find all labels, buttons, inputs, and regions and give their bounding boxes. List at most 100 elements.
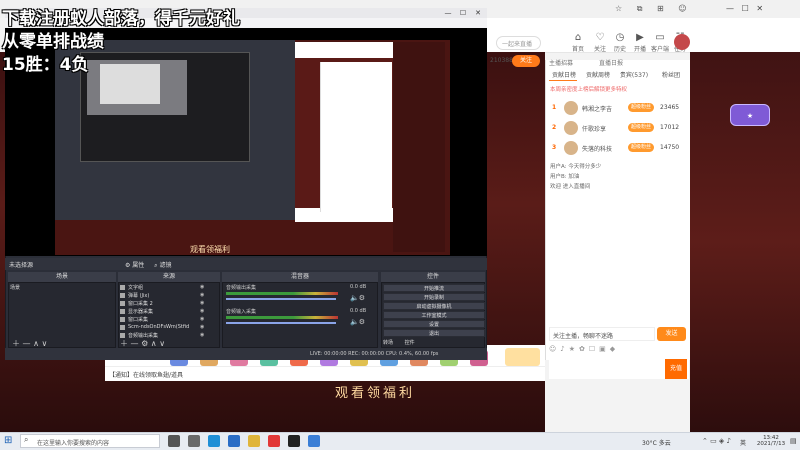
- avatar[interactable]: [674, 34, 690, 50]
- settings-button[interactable]: 设置: [383, 320, 485, 328]
- volume-slider[interactable]: [226, 298, 336, 300]
- recharge-button[interactable]: 充值: [665, 359, 687, 379]
- app-icon[interactable]: [268, 435, 280, 447]
- eye-icon[interactable]: ◉: [200, 300, 204, 306]
- fan-badge: 超级粉丝: [628, 103, 654, 112]
- tray-icons[interactable]: ⌃ ▭ ◈ ♪: [702, 437, 731, 445]
- cortana-icon[interactable]: [168, 435, 180, 447]
- start-record-button[interactable]: 开始录制: [383, 293, 485, 301]
- media-source-icon: [120, 325, 125, 330]
- source-item[interactable]: 显示器采集 ◉: [120, 308, 204, 315]
- tab-fans[interactable]: 粉丝团: [657, 70, 685, 81]
- event-badge-icon[interactable]: ★: [730, 104, 770, 126]
- tab-transitions[interactable]: 转场: [383, 340, 393, 346]
- browser-icon[interactable]: [308, 435, 320, 447]
- mixer-dock-header: 混音器: [222, 272, 378, 282]
- video-icon: ▶: [636, 32, 644, 43]
- ranking-row[interactable]: 1 韩湘之李吉 超级粉丝 23465: [550, 100, 685, 117]
- search-icon: ⌕: [24, 435, 29, 444]
- chat-message: 欢迎 进入直播间: [550, 184, 591, 190]
- browser-source-icon: [120, 293, 125, 298]
- header-nav-history[interactable]: ◷ 历史: [610, 32, 630, 53]
- tab-weekly-rank[interactable]: 贡献周榜: [583, 70, 613, 81]
- clock[interactable]: 13:42 2021/7/13: [756, 435, 786, 447]
- close-icon[interactable]: ✕: [471, 8, 485, 18]
- header-nav-client[interactable]: ▭ 客户端: [650, 32, 670, 53]
- text-source-icon: [120, 285, 125, 290]
- file-explorer-icon[interactable]: [248, 435, 260, 447]
- notification-icon[interactable]: ▤: [790, 437, 797, 445]
- start-icon[interactable]: ⊞: [4, 435, 12, 446]
- tab-controls[interactable]: 控件: [405, 340, 415, 346]
- source-item[interactable]: 弹幕 (Jix) ◉: [120, 292, 204, 299]
- volume-meter: [226, 292, 338, 295]
- studio-mode-button[interactable]: 工作室模式: [383, 311, 485, 319]
- obs-status-bar: LIVE: 00:00:00 REC: 00:00:00 CPU: 0.4%, …: [5, 348, 487, 360]
- scene-item[interactable]: 场景: [10, 284, 114, 292]
- eye-icon[interactable]: ◉: [200, 292, 204, 298]
- taskbar-search-input[interactable]: 在这里输入你要搜索的内容: [20, 434, 160, 448]
- ranking-row[interactable]: 3 失落的科技 超级粉丝 14750: [550, 140, 685, 157]
- welfare-banner[interactable]: 观看领福利: [310, 382, 440, 402]
- eye-icon[interactable]: ◉: [200, 316, 204, 322]
- properties-button[interactable]: ⚙ 属性: [125, 262, 144, 269]
- chat-input[interactable]: 关注主播，畅聊不迷路: [549, 327, 655, 341]
- system-tray: 30°C 多云 ⌃ ▭ ◈ ♪ 英 13:42 2021/7/13 ▤: [640, 435, 800, 449]
- maximize-icon[interactable]: ☐: [456, 8, 470, 18]
- exit-button[interactable]: 退出: [383, 329, 485, 337]
- tab-recruit[interactable]: 主播招募: [549, 60, 573, 67]
- filters-button[interactable]: ⌕ 滤镜: [154, 262, 171, 269]
- ranking-row[interactable]: 2 仟歌珍享 超级粉丝 17012: [550, 120, 685, 137]
- emoji-toolbar[interactable]: ☺♪★✿☐▣◆: [549, 345, 686, 355]
- nested-welfare-text: 观看领福利: [190, 245, 230, 254]
- start-stream-button[interactable]: 开始推流: [383, 284, 485, 292]
- overlay-record-score: 15胜：4负: [2, 55, 89, 75]
- edge-icon[interactable]: [208, 435, 220, 447]
- chat-anchor-note: 本周亲密度上榜后解锁更多特权: [550, 87, 628, 93]
- tab-vip[interactable]: 贵宾(537): [617, 70, 651, 81]
- subscribe-button[interactable]: 关注: [512, 55, 540, 67]
- display-source-icon: [120, 309, 125, 314]
- client-icon: ▭: [655, 32, 665, 43]
- tab-daily[interactable]: 直播日报: [599, 60, 623, 67]
- weather-text[interactable]: 30°C 多云: [642, 438, 671, 447]
- store-icon[interactable]: [228, 435, 240, 447]
- obs-source-status: 未选择源 ⚙ 属性 ⌕ 滤镜: [5, 258, 487, 270]
- volume-slider[interactable]: [226, 322, 336, 324]
- virtual-camera-button[interactable]: 启动虚拟摄像机: [383, 302, 485, 310]
- header-nav-home[interactable]: ⌂ 首页: [568, 32, 588, 53]
- volume-meter: [226, 316, 338, 319]
- fan-badge: 超级粉丝: [628, 143, 654, 152]
- eye-icon[interactable]: ◉: [200, 284, 204, 290]
- overlay-record-title: 从零单排战绩: [2, 32, 104, 52]
- ime-indicator[interactable]: 英: [740, 438, 746, 447]
- minimize-icon[interactable]: —: [441, 8, 455, 18]
- header-nav-live[interactable]: ▶ 开播: [630, 32, 650, 53]
- search-input[interactable]: 一起来直播: [496, 36, 541, 50]
- eye-icon[interactable]: ◉: [200, 324, 204, 330]
- announcement-bar: 【通知】在线领取鱼翅/道具: [105, 366, 545, 380]
- eye-icon[interactable]: ◉: [200, 332, 204, 338]
- scenes-dock-header: 场景: [8, 272, 116, 282]
- gift-icon[interactable]: [505, 348, 540, 366]
- window-source-icon: [120, 317, 125, 322]
- speaker-icon[interactable]: 🔈⚙: [350, 294, 365, 302]
- source-item[interactable]: 窗口采集 ◉: [120, 316, 204, 323]
- header-nav-follow[interactable]: ♡ 关注: [590, 32, 610, 53]
- chat-messages: 用户A: 今天得分多少 用户B: 加油 欢迎 进入直播间: [550, 162, 685, 222]
- chat-message: 用户B: 加油: [550, 174, 580, 180]
- home-icon: ⌂: [574, 32, 582, 43]
- browser-toolbar-icons: ☆ ⧉ ⊞ ☺: [615, 4, 693, 13]
- source-item[interactable]: Scm-ndsOnDFsWm(Stfid ◉: [120, 324, 204, 331]
- mixer-db: 0.0 dB: [350, 308, 367, 314]
- send-button[interactable]: 发送: [657, 327, 686, 341]
- task-view-icon[interactable]: [188, 435, 200, 447]
- source-item[interactable]: 窗口采集 2 ◉: [120, 300, 204, 307]
- browser-window-controls: — ☐ ✕: [726, 4, 764, 13]
- obs-icon[interactable]: [288, 435, 300, 447]
- eye-icon[interactable]: ◉: [200, 308, 204, 314]
- source-item[interactable]: 文字组 ◉: [120, 284, 204, 291]
- controls-dock-header: 控件: [381, 272, 485, 282]
- history-icon: ◷: [615, 32, 625, 43]
- speaker-icon[interactable]: 🔈⚙: [350, 318, 365, 326]
